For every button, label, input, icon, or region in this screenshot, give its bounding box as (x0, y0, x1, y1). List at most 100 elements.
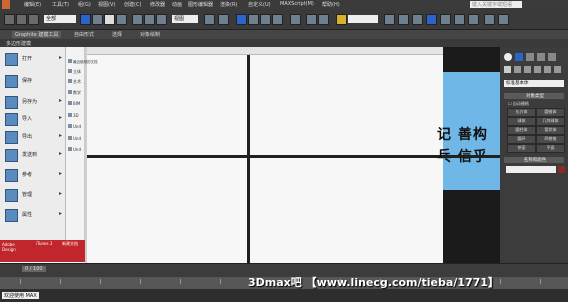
transform-icon[interactable] (218, 14, 229, 25)
ribbon-tabs: Graphite 建模工具 自由形式 选择 对象绘制 (0, 30, 568, 39)
named-sel-icon[interactable] (290, 14, 301, 25)
name-color-header[interactable]: 名称和颜色 (504, 157, 564, 163)
select-by-name-icon[interactable] (92, 14, 103, 25)
object-type-header[interactable]: 对象类型 (504, 93, 564, 99)
recent-item[interactable]: 艺术 (68, 79, 81, 85)
percent-snap-icon[interactable] (260, 14, 271, 25)
cameras-icon[interactable] (534, 66, 541, 73)
search-input[interactable]: 键入关键字或短语 (470, 1, 522, 8)
material-editor-icon[interactable] (412, 14, 423, 25)
menu-export[interactable]: 导出 ▸ (0, 129, 66, 145)
modify-tab-icon[interactable] (515, 53, 523, 61)
ribbon-tab-object-paint[interactable]: 对象绘制 (140, 31, 160, 38)
hierarchy-tab-icon[interactable] (526, 53, 534, 61)
menu-reference[interactable]: 参考 ▸ (0, 167, 66, 183)
menu-create[interactable]: 创建(C) (124, 1, 141, 8)
menu-customize[interactable]: 自定义(U) (248, 1, 271, 8)
menu-open[interactable]: 打开 ▸ (0, 51, 66, 67)
systems-icon[interactable] (554, 66, 561, 73)
spinner-snap-icon[interactable] (272, 14, 283, 25)
menu-send-to[interactable]: 发送到 ▸ (0, 147, 66, 163)
mirror-icon[interactable] (306, 14, 317, 25)
autogrid-checkbox[interactable]: ☐ 自动栅格 (508, 101, 529, 107)
layer-dropdown[interactable] (348, 15, 378, 23)
schematic-icon[interactable] (398, 14, 409, 25)
box-button[interactable]: 长方体 (507, 108, 536, 117)
move-icon[interactable] (132, 14, 143, 25)
menu-group[interactable]: 组(G) (78, 1, 91, 8)
menu-animation[interactable]: 动画 (172, 1, 182, 8)
activeshade-icon[interactable] (484, 14, 495, 25)
viewport-divider-right[interactable] (443, 155, 500, 158)
ribbon-title[interactable]: Graphite 建模工具 (12, 31, 62, 38)
ribbon-tab-freeform[interactable]: 自由形式 (74, 31, 94, 38)
save-icon (5, 75, 18, 88)
motion-tab-icon[interactable] (537, 53, 545, 61)
menu-maxscript[interactable]: MAXScript(M) (280, 1, 314, 7)
cone-button[interactable]: 圆锥体 (536, 108, 565, 117)
rendered-frame-icon[interactable] (440, 14, 451, 25)
menu-modifiers[interactable]: 修改器 (150, 1, 165, 8)
geometry-icon[interactable] (504, 66, 511, 73)
plane-button[interactable]: 平面 (536, 144, 565, 153)
teapot-button[interactable]: 茶壶 (507, 144, 536, 153)
recent-item[interactable]: Und (68, 124, 81, 129)
menu-manage[interactable]: 管理 ▸ (0, 187, 66, 203)
recent-item[interactable]: 3D (68, 113, 79, 118)
curve-editor-icon[interactable] (384, 14, 395, 25)
torus-button[interactable]: 圆环 (507, 135, 536, 144)
frame-counter[interactable]: 0 / 100 (22, 266, 46, 272)
window-cross-icon[interactable] (116, 14, 127, 25)
tube-button[interactable]: 管状体 (536, 126, 565, 135)
primitive-type-dropdown[interactable]: 标准基本体 (504, 80, 564, 87)
create-tab-icon[interactable] (504, 53, 512, 61)
ribbon-tab-selection[interactable]: 选择 (112, 31, 122, 38)
render-setup-icon[interactable] (426, 14, 437, 25)
render-iterative-icon[interactable] (468, 14, 479, 25)
pivot-icon[interactable] (204, 14, 215, 25)
snap-icon[interactable] (236, 14, 247, 25)
menu-graph-editors[interactable]: 图形编辑器 (188, 1, 213, 8)
recent-item[interactable]: 立体 (68, 69, 81, 75)
object-color-swatch[interactable] (558, 166, 565, 173)
sphere-button[interactable]: 球体 (507, 117, 536, 126)
recent-item[interactable]: 数学 (68, 90, 81, 96)
lights-icon[interactable] (524, 66, 531, 73)
link-icon[interactable] (28, 14, 39, 25)
menu-import[interactable]: 导入 ▸ (0, 111, 66, 127)
view-mode-dropdown[interactable]: 视图 (172, 15, 198, 23)
rect-select-icon[interactable] (104, 14, 115, 25)
folder-open-icon (5, 53, 18, 66)
angle-snap-icon[interactable] (248, 14, 259, 25)
menu-properties[interactable]: 属性 ▸ (0, 207, 66, 223)
render-icon[interactable] (454, 14, 465, 25)
selection-set-dropdown[interactable]: 全部 (44, 15, 76, 23)
object-name-input[interactable] (506, 166, 556, 173)
ribbon-sub-label[interactable]: 多边形建模 (6, 40, 31, 47)
recent-item[interactable]: Und (68, 136, 81, 141)
redo-icon[interactable] (16, 14, 27, 25)
menu-edit[interactable]: 编辑(E) (24, 1, 41, 8)
menu-view[interactable]: 视图(V) (98, 1, 115, 8)
menu-tools[interactable]: 工具(T) (52, 1, 69, 8)
rotate-icon[interactable] (144, 14, 155, 25)
cylinder-button[interactable]: 圆柱体 (507, 126, 536, 135)
select-icon[interactable] (80, 14, 91, 25)
menu-save[interactable]: 保存 (0, 73, 66, 89)
recent-item[interactable]: BIM (68, 101, 80, 106)
menu-rendering[interactable]: 渲染(R) (220, 1, 237, 8)
geosphere-button[interactable]: 几何球体 (536, 117, 565, 126)
layer-icon[interactable] (336, 14, 347, 25)
render-frame-icon[interactable] (498, 14, 509, 25)
menu-save-as[interactable]: 另存为 ▸ (0, 94, 66, 110)
menu-help[interactable]: 帮助(H) (322, 1, 340, 8)
helpers-icon[interactable] (544, 66, 551, 73)
recent-item[interactable]: Und (68, 147, 81, 152)
undo-icon[interactable] (4, 14, 15, 25)
align-icon[interactable] (318, 14, 329, 25)
scale-icon[interactable] (156, 14, 167, 25)
app-icon[interactable] (2, 0, 10, 9)
display-tab-icon[interactable] (548, 53, 556, 61)
shapes-icon[interactable] (514, 66, 521, 73)
pyramid-button[interactable]: 四棱锥 (536, 135, 565, 144)
